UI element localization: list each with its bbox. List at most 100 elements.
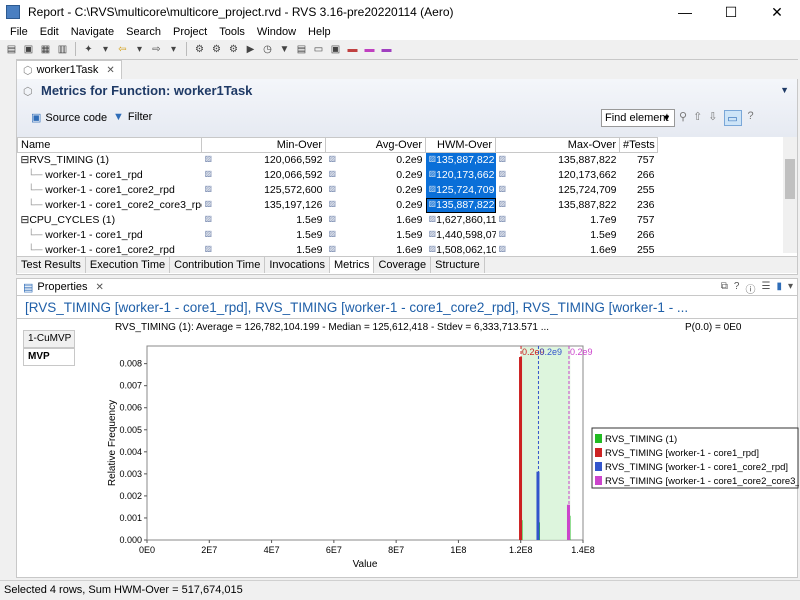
filter-icon[interactable]: ▼ bbox=[277, 42, 292, 56]
collapse-icon[interactable]: ⊟ bbox=[21, 214, 30, 226]
tab-test-results[interactable]: Test Results bbox=[17, 257, 86, 273]
search-icon[interactable]: ⚲ bbox=[679, 110, 687, 126]
dropdown-icon[interactable]: ▾ bbox=[166, 42, 181, 56]
new-icon[interactable]: ▤ bbox=[4, 42, 19, 56]
status-text: Selected 4 rows, Sum HWM-Over = 517,674,… bbox=[4, 584, 243, 596]
source-code-button[interactable]: ▣ Source code bbox=[31, 111, 107, 125]
filter-button[interactable]: ▼ Filter bbox=[113, 111, 152, 123]
maximize-button[interactable]: ☐ bbox=[708, 0, 754, 24]
status-bar: Selected 4 rows, Sum HWM-Over = 517,674,… bbox=[0, 580, 800, 600]
tab-execution-time[interactable]: Execution Time bbox=[86, 257, 171, 273]
table-row[interactable]: └─ worker-1 - core1_core2_core3_rpd ▨ 135… bbox=[18, 197, 784, 213]
report-icon[interactable]: ▤ bbox=[294, 42, 309, 56]
collapse-icon[interactable]: ⊟ bbox=[21, 154, 30, 166]
run-icon[interactable]: ▶ bbox=[243, 42, 258, 56]
layout-icon[interactable]: ▣ bbox=[328, 42, 343, 56]
forward-icon[interactable]: ⇨ bbox=[149, 42, 164, 56]
cell-hwm: 1,508,062,101 bbox=[436, 244, 496, 256]
y-axis-label: Relative Frequency bbox=[107, 400, 118, 486]
plot-area bbox=[146, 345, 584, 541]
chart-side-tabs: 1-CuMVP MVP bbox=[23, 330, 75, 366]
x-tick-label: 1.4E8 bbox=[571, 545, 595, 555]
dropdown-icon[interactable]: ▾ bbox=[98, 42, 113, 56]
table-row[interactable]: ⊟RVS_TIMING (1) ▨ 120,066,592 ▨ 0.2e9 ▨ 135… bbox=[18, 152, 784, 168]
info-icon[interactable]: ⓘ bbox=[745, 281, 755, 296]
chart-icon[interactable]: ▬ bbox=[345, 42, 360, 56]
save-all-icon[interactable]: ▦ bbox=[38, 42, 53, 56]
table-scrollbar[interactable] bbox=[783, 137, 797, 253]
scrollbar-thumb[interactable] bbox=[785, 159, 795, 199]
tab-properties[interactable]: ▤ Properties ✕ bbox=[17, 281, 110, 294]
column-header-hwm-over[interactable]: HWM-Over bbox=[425, 137, 496, 153]
menu-tools[interactable]: Tools bbox=[213, 26, 251, 38]
cell-avg: 1.6e9 bbox=[396, 244, 423, 256]
menu-navigate[interactable]: Navigate bbox=[65, 26, 120, 38]
build-icon[interactable]: ⚙ bbox=[192, 42, 207, 56]
arrow-down-icon[interactable]: ⇩ bbox=[708, 110, 717, 126]
close-icon[interactable]: ✕ bbox=[96, 282, 104, 293]
histogram-icon: ▨ bbox=[328, 184, 337, 193]
close-button[interactable]: ✕ bbox=[754, 0, 800, 24]
column-header-tests[interactable]: #Tests bbox=[619, 137, 658, 153]
filter-label: Filter bbox=[127, 111, 153, 123]
menu-file[interactable]: File bbox=[4, 26, 34, 38]
chart-icon[interactable]: ▬ bbox=[362, 42, 377, 56]
tab-contribution-time[interactable]: Contribution Time bbox=[170, 257, 266, 273]
table-row[interactable]: └─ worker-1 - core1_core2_rpd ▨ 125,572,6… bbox=[18, 182, 784, 198]
timing-icon[interactable]: ◷ bbox=[260, 42, 275, 56]
metrics-panel: ⬡ Metrics for Function: worker1Task ▼ ▣ … bbox=[16, 79, 798, 275]
view-menu-icon[interactable]: ▾ bbox=[788, 281, 793, 296]
column-header-name[interactable]: Name bbox=[17, 137, 202, 153]
minimize-button[interactable]: — bbox=[662, 0, 708, 24]
comment-icon[interactable]: ▭ bbox=[723, 110, 742, 126]
tab-structure[interactable]: Structure bbox=[431, 257, 485, 273]
help-icon[interactable]: ? bbox=[734, 281, 740, 296]
column-header-avg-over[interactable]: Avg-Over bbox=[325, 137, 426, 153]
tree-line: └─ bbox=[27, 244, 46, 256]
find-element-select[interactable]: Find element ▼ bbox=[601, 109, 675, 127]
list-icon[interactable]: ☰ bbox=[761, 281, 770, 296]
menu-window[interactable]: Window bbox=[251, 26, 302, 38]
view-menu-icon[interactable]: ▼ bbox=[780, 85, 789, 95]
tab-1-cumvp[interactable]: 1-CuMVP bbox=[23, 330, 75, 348]
view-icon[interactable]: ▭ bbox=[311, 42, 326, 56]
column-header-max-over[interactable]: Max-Over bbox=[495, 137, 620, 153]
menu-project[interactable]: Project bbox=[167, 26, 213, 38]
bar-chart-icon[interactable]: ▮ bbox=[776, 281, 782, 296]
close-icon[interactable]: ✕ bbox=[106, 65, 114, 76]
legend-label: RVS_TIMING [worker-1 - core1_core2_core3… bbox=[605, 476, 799, 487]
menu-edit[interactable]: Edit bbox=[34, 26, 65, 38]
help-icon[interactable]: ? bbox=[748, 110, 754, 126]
histogram-bar bbox=[536, 471, 540, 540]
menu-help[interactable]: Help bbox=[302, 26, 337, 38]
tab-invocations[interactable]: Invocations bbox=[265, 257, 330, 273]
tab-mvp[interactable]: MVP bbox=[23, 348, 75, 366]
histogram-icon: ▨ bbox=[498, 154, 507, 164]
tab-metrics[interactable]: Metrics bbox=[330, 257, 375, 273]
tab-coverage[interactable]: Coverage bbox=[374, 257, 432, 273]
cell-min: 1.5e9 bbox=[296, 244, 323, 256]
wand-icon[interactable]: ✦ bbox=[81, 42, 96, 56]
settings-icon[interactable]: ⚙ bbox=[209, 42, 224, 56]
save-icon[interactable]: ▣ bbox=[21, 42, 36, 56]
x-tick-label: 0E0 bbox=[139, 545, 155, 555]
back-icon[interactable]: ⇦ bbox=[115, 42, 130, 56]
column-header-min-over[interactable]: Min-Over bbox=[201, 137, 326, 153]
dropdown-icon[interactable]: ▾ bbox=[132, 42, 147, 56]
table-row[interactable]: └─ worker-1 - core1_rpd ▨ 1.5e9 ▨ 1.5e9 ▨ 1… bbox=[18, 228, 784, 243]
cell-max: 1.6e9 bbox=[590, 244, 617, 256]
cell-tests: 266 bbox=[636, 169, 655, 181]
legend-swatch bbox=[595, 434, 602, 443]
instrument-icon[interactable]: ⚙ bbox=[226, 42, 241, 56]
menu-search[interactable]: Search bbox=[120, 26, 167, 38]
table-row[interactable]: └─ worker-1 - core1_rpd ▨ 120,066,592 ▨ 0.… bbox=[18, 167, 784, 183]
export-icon[interactable]: ⧉ bbox=[721, 281, 728, 296]
tab-worker1task[interactable]: ⬡ worker1Task ✕ bbox=[16, 60, 122, 79]
chart-icon[interactable]: ▬ bbox=[379, 42, 394, 56]
print-icon[interactable]: ▥ bbox=[55, 42, 70, 56]
divider bbox=[17, 318, 797, 319]
arrow-up-icon[interactable]: ⇧ bbox=[693, 110, 702, 126]
table-row[interactable]: ⊟CPU_CYCLES (1) ▨ 1.5e9 ▨ 1.6e9 ▨ 1,627,860… bbox=[18, 213, 784, 228]
legend-label: RVS_TIMING (1) bbox=[605, 434, 677, 445]
app-icon bbox=[6, 5, 20, 19]
